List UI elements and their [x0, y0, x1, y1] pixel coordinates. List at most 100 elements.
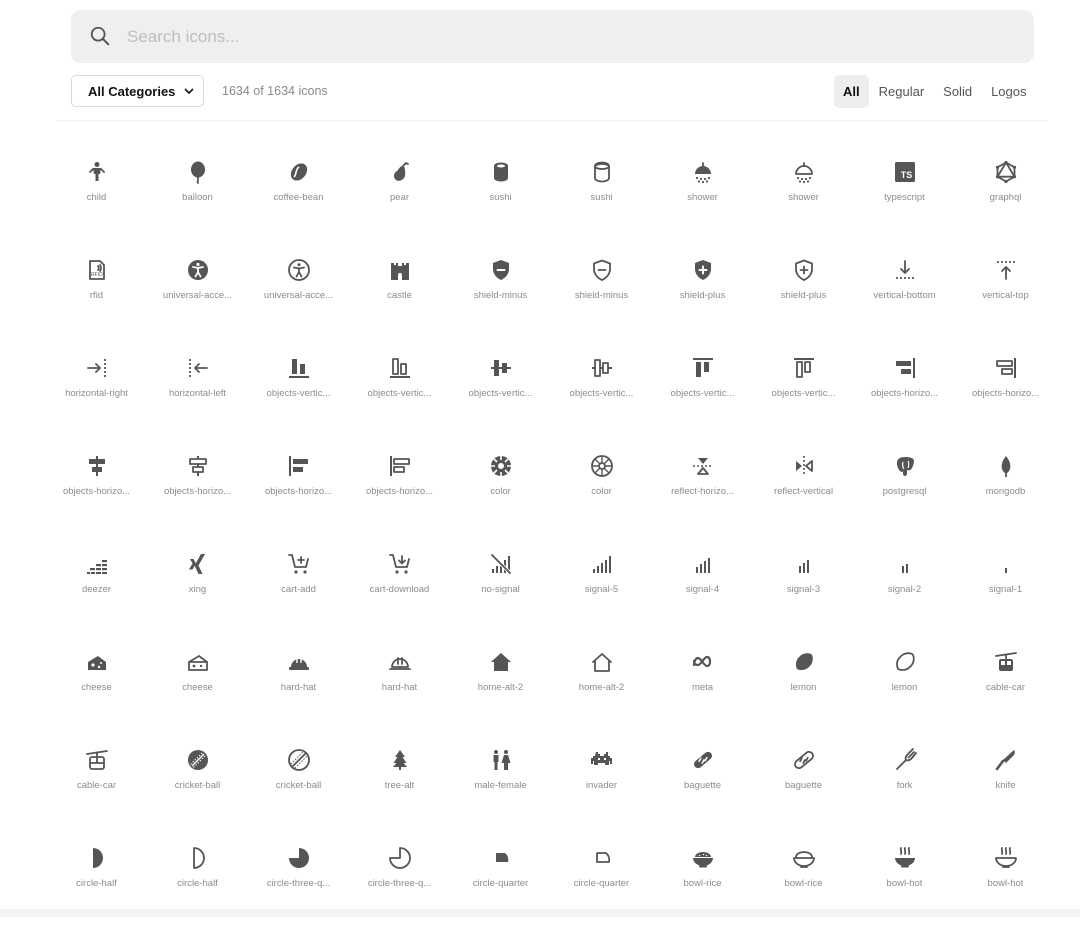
icon-tile[interactable]: pear	[349, 150, 450, 248]
icon-tile[interactable]: universal-acce...	[147, 248, 248, 346]
icon-tile[interactable]: objects-horizo...	[955, 346, 1056, 444]
search-bar[interactable]	[71, 10, 1034, 63]
icon-tile[interactable]: lemon	[854, 640, 955, 738]
tab-solid[interactable]: Solid	[934, 75, 981, 108]
icon-tile[interactable]: baguette	[652, 738, 753, 836]
icon-tile-label: circle-half	[76, 878, 117, 889]
icon-tile[interactable]: shield-plus	[652, 248, 753, 346]
icon-tile[interactable]: signal-5	[551, 542, 652, 640]
icon-tile[interactable]: objects-vertic...	[652, 346, 753, 444]
coffee-bean-icon	[290, 163, 307, 181]
icon-tile[interactable]: shield-minus	[450, 248, 551, 346]
icon-tile[interactable]: objects-horizo...	[46, 444, 147, 542]
icon-tile[interactable]: home-alt-2	[551, 640, 652, 738]
fork-icon	[895, 748, 917, 770]
icon-tile[interactable]: circle-half	[147, 836, 248, 934]
icon-tile[interactable]: baguette	[753, 738, 854, 836]
icon-tile[interactable]: shower	[753, 150, 854, 248]
signal-5-icon	[592, 556, 611, 573]
icon-tile[interactable]: deezer	[46, 542, 147, 640]
icon-tile[interactable]: objects-horizo...	[349, 444, 450, 542]
icon-tile[interactable]: cricket-ball	[248, 738, 349, 836]
icon-tile[interactable]: cricket-ball	[147, 738, 248, 836]
icon-tile[interactable]: vertical-bottom	[854, 248, 955, 346]
icon-tile[interactable]: circle-quarter	[450, 836, 551, 934]
search-input[interactable]	[127, 10, 1007, 63]
icon-tile[interactable]: mongodb	[955, 444, 1056, 542]
icon-tile[interactable]: reflect-vertical	[753, 444, 854, 542]
category-dropdown[interactable]: All Categories	[71, 75, 204, 107]
icon-tile[interactable]: vertical-top	[955, 248, 1056, 346]
icon-tile[interactable]: fork	[854, 738, 955, 836]
icon-tile[interactable]: objects-vertic...	[450, 346, 551, 444]
icon-tile[interactable]: tree-alt	[349, 738, 450, 836]
shield-minus-icon	[492, 260, 509, 280]
icon-tile[interactable]: castle	[349, 248, 450, 346]
icon-tile[interactable]: signal-4	[652, 542, 753, 640]
icon-tile[interactable]: lemon	[753, 640, 854, 738]
icon-tile[interactable]: color	[551, 444, 652, 542]
icon-tile[interactable]: color	[450, 444, 551, 542]
icon-tile[interactable]: signal-3	[753, 542, 854, 640]
icon-tile-label: shield-minus	[473, 290, 528, 301]
shower-icon	[794, 162, 813, 184]
icon-tile[interactable]: objects-vertic...	[248, 346, 349, 444]
icon-tile[interactable]: shield-minus	[551, 248, 652, 346]
icon-tile[interactable]: RFID rfid	[46, 248, 147, 346]
icon-tile-label: deezer	[81, 584, 112, 595]
icon-tile[interactable]: circle-three-q...	[248, 836, 349, 934]
icon-tile[interactable]: postgresql	[854, 444, 955, 542]
icon-tile[interactable]: hard-hat	[349, 640, 450, 738]
icon-tile[interactable]: objects-vertic...	[349, 346, 450, 444]
icon-tile[interactable]: objects-horizo...	[147, 444, 248, 542]
icon-tile[interactable]: cheese	[46, 640, 147, 738]
icon-tile[interactable]: coffee-bean	[248, 150, 349, 248]
castle-icon	[390, 263, 409, 280]
icon-tile[interactable]: cheese	[147, 640, 248, 738]
icon-tile[interactable]: bowl-hot	[955, 836, 1056, 934]
icon-tile[interactable]: bowl-hot	[854, 836, 955, 934]
icon-tile[interactable]: knife	[955, 738, 1056, 836]
icon-tile[interactable]: hard-hat	[248, 640, 349, 738]
icon-tile[interactable]: circle-half	[46, 836, 147, 934]
icon-tile[interactable]: circle-three-q...	[349, 836, 450, 934]
icon-tile[interactable]: signal-2	[854, 542, 955, 640]
icon-tile[interactable]: objects-vertic...	[753, 346, 854, 444]
icon-tile[interactable]: cable-car	[955, 640, 1056, 738]
icon-tile[interactable]: sushi	[450, 150, 551, 248]
icon-tile[interactable]: objects-horizo...	[854, 346, 955, 444]
icon-tile[interactable]: bowl-rice	[753, 836, 854, 934]
icon-tile[interactable]: graphql	[955, 150, 1056, 248]
icon-tile[interactable]: signal-1	[955, 542, 1056, 640]
icon-tile[interactable]: horizontal-right	[46, 346, 147, 444]
icon-tile[interactable]: xing	[147, 542, 248, 640]
icon-tile[interactable]: home-alt-2	[450, 640, 551, 738]
icon-tile[interactable]: shower	[652, 150, 753, 248]
icon-tile[interactable]: objects-vertic...	[551, 346, 652, 444]
tab-all[interactable]: All	[834, 75, 869, 108]
tab-regular[interactable]: Regular	[870, 75, 934, 108]
icon-tile[interactable]: cart-download	[349, 542, 450, 640]
icon-tile[interactable]: cart-add	[248, 542, 349, 640]
icon-tile-label: cheese	[81, 682, 112, 693]
icon-tile[interactable]: balloon	[147, 150, 248, 248]
icon-tile[interactable]: no-signal	[450, 542, 551, 640]
icon-tile[interactable]: invader	[551, 738, 652, 836]
icon-tile[interactable]: shield-plus	[753, 248, 854, 346]
icon-tile[interactable]: universal-acce...	[248, 248, 349, 346]
icon-tile[interactable]: circle-quarter	[551, 836, 652, 934]
search-icon	[90, 26, 110, 46]
icon-tile[interactable]: child	[46, 150, 147, 248]
bowl-rice-icon	[792, 851, 815, 868]
icon-tile[interactable]: objects-horizo...	[248, 444, 349, 542]
icon-tile[interactable]: meta	[652, 640, 753, 738]
objects-vertical-center-icon	[591, 359, 612, 377]
icon-tile[interactable]: TS typescript	[854, 150, 955, 248]
icon-tile[interactable]: male-female	[450, 738, 551, 836]
icon-tile[interactable]: cable-car	[46, 738, 147, 836]
icon-tile[interactable]: reflect-horizo...	[652, 444, 753, 542]
tab-logos[interactable]: Logos	[982, 75, 1035, 108]
icon-tile[interactable]: sushi	[551, 150, 652, 248]
icon-tile[interactable]: horizontal-left	[147, 346, 248, 444]
icon-tile[interactable]: bowl-rice	[652, 836, 753, 934]
